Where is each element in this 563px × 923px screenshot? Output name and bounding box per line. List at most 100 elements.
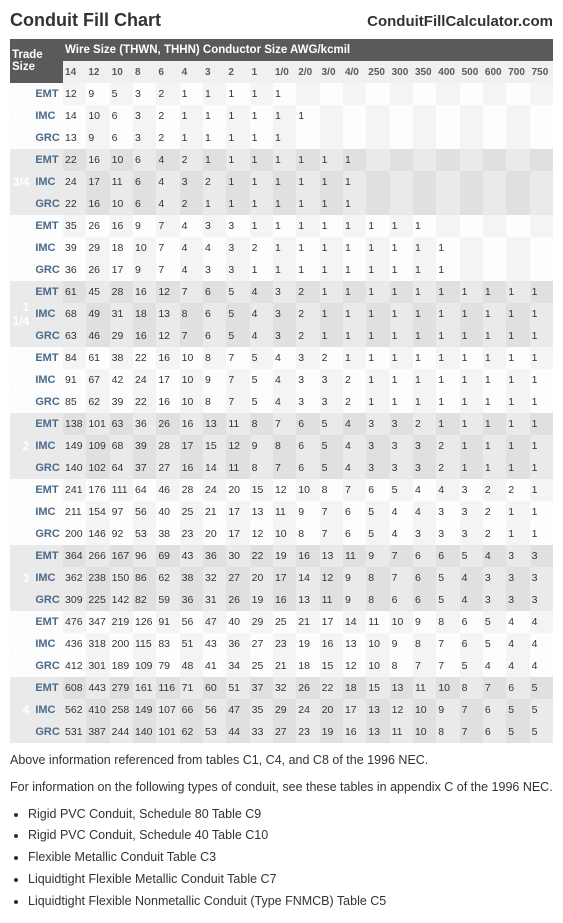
data-cell: 17 <box>343 699 366 721</box>
data-cell: 17 <box>320 611 343 633</box>
data-cell: 28 <box>110 281 133 303</box>
data-cell: 109 <box>133 655 156 677</box>
data-cell <box>460 259 483 281</box>
data-cell: 31 <box>110 303 133 325</box>
table-row: 1 1/2EMT846138221610875432111111111 <box>10 347 553 369</box>
data-cell: 140 <box>63 457 86 479</box>
data-cell: 10 <box>366 633 389 655</box>
data-cell: 149 <box>63 435 86 457</box>
data-cell: 14 <box>343 611 366 633</box>
data-cell: 8 <box>203 391 226 413</box>
data-cell: 1 <box>250 193 273 215</box>
data-cell: 6 <box>483 721 506 743</box>
data-cell <box>460 193 483 215</box>
data-cell: 531 <box>63 721 86 743</box>
data-cell: 85 <box>63 391 86 413</box>
data-cell: 1 <box>320 237 343 259</box>
data-cell: 2 <box>413 413 436 435</box>
data-cell: 1 <box>203 193 226 215</box>
data-cell: 4 <box>530 611 553 633</box>
data-cell: 364 <box>63 545 86 567</box>
data-cell: 13 <box>390 677 413 699</box>
data-cell: 2 <box>180 193 203 215</box>
data-cell: 1 <box>296 171 319 193</box>
data-cell: 1 <box>296 237 319 259</box>
data-cell: 6 <box>110 105 133 127</box>
data-cell: 318 <box>86 633 109 655</box>
data-cell: 1 <box>273 237 296 259</box>
col-header: 2/0 <box>296 61 319 83</box>
data-cell: 40 <box>226 611 249 633</box>
data-cell: 26 <box>226 589 249 611</box>
data-cell: 49 <box>86 303 109 325</box>
data-cell: 410 <box>86 699 109 721</box>
data-cell: 41 <box>203 655 226 677</box>
data-cell: 8 <box>250 457 273 479</box>
data-cell: 4 <box>506 655 529 677</box>
data-cell: 30 <box>226 545 249 567</box>
data-cell: 24 <box>203 479 226 501</box>
data-cell: 1 <box>226 171 249 193</box>
data-cell: 1 <box>436 303 459 325</box>
data-cell: 4 <box>156 171 179 193</box>
data-cell: 279 <box>110 677 133 699</box>
data-cell: 24 <box>133 369 156 391</box>
data-cell: 8 <box>273 435 296 457</box>
data-cell <box>366 171 389 193</box>
table-row: 3 1/2EMT47634721912691564740292521171411… <box>10 611 553 633</box>
data-cell: 1 <box>483 413 506 435</box>
data-cell: 1 <box>366 347 389 369</box>
data-cell: 176 <box>86 479 109 501</box>
data-cell: 26 <box>156 413 179 435</box>
col-header: 1/0 <box>273 61 296 83</box>
data-cell: 7 <box>156 237 179 259</box>
data-cell: 116 <box>156 677 179 699</box>
trade-size-cell: 1 1/2 <box>10 347 33 413</box>
data-cell: 8 <box>366 589 389 611</box>
data-cell: 3 <box>460 501 483 523</box>
data-cell: 5 <box>483 611 506 633</box>
data-cell: 96 <box>133 545 156 567</box>
data-cell: 10 <box>436 677 459 699</box>
data-cell: 4 <box>390 523 413 545</box>
conduit-type-cell: GRC <box>33 193 63 215</box>
data-cell: 8 <box>460 677 483 699</box>
data-cell: 6 <box>436 545 459 567</box>
data-cell: 17 <box>226 523 249 545</box>
data-cell: 1 <box>413 237 436 259</box>
data-cell: 436 <box>63 633 86 655</box>
data-cell: 1 <box>273 259 296 281</box>
table-row: 1/2EMT12953211111 <box>10 83 553 105</box>
table-row: GRC2216106421111111 <box>10 193 553 215</box>
data-cell: 64 <box>133 479 156 501</box>
data-cell: 2 <box>156 127 179 149</box>
col-header: 6 <box>156 61 179 83</box>
conduit-fill-table: Trade Size Wire Size (THWN, THHN) Conduc… <box>10 39 553 743</box>
data-cell: 17 <box>110 259 133 281</box>
data-cell: 16 <box>86 193 109 215</box>
conduit-type-cell: IMC <box>33 501 63 523</box>
data-cell: 27 <box>250 633 273 655</box>
data-cell: 1 <box>413 325 436 347</box>
data-cell: 7 <box>483 677 506 699</box>
data-cell <box>460 149 483 171</box>
data-cell: 32 <box>203 567 226 589</box>
data-cell: 27 <box>226 567 249 589</box>
data-cell: 44 <box>226 721 249 743</box>
data-cell: 4 <box>273 369 296 391</box>
data-cell: 16 <box>156 347 179 369</box>
data-cell: 1 <box>483 347 506 369</box>
col-header: 4 <box>180 61 203 83</box>
data-cell: 7 <box>436 633 459 655</box>
data-cell: 32 <box>273 677 296 699</box>
conduit-type-cell: GRC <box>33 325 63 347</box>
col-header: 3/0 <box>320 61 343 83</box>
data-cell <box>506 83 529 105</box>
data-cell: 29 <box>273 699 296 721</box>
data-cell: 3 <box>296 391 319 413</box>
data-cell: 149 <box>133 699 156 721</box>
data-cell: 71 <box>180 677 203 699</box>
list-item: Liquidtight Flexible Nonmetallic Conduit… <box>28 892 553 911</box>
data-cell: 3 <box>226 259 249 281</box>
table-row: IMC1491096839281715129865433321111 <box>10 435 553 457</box>
